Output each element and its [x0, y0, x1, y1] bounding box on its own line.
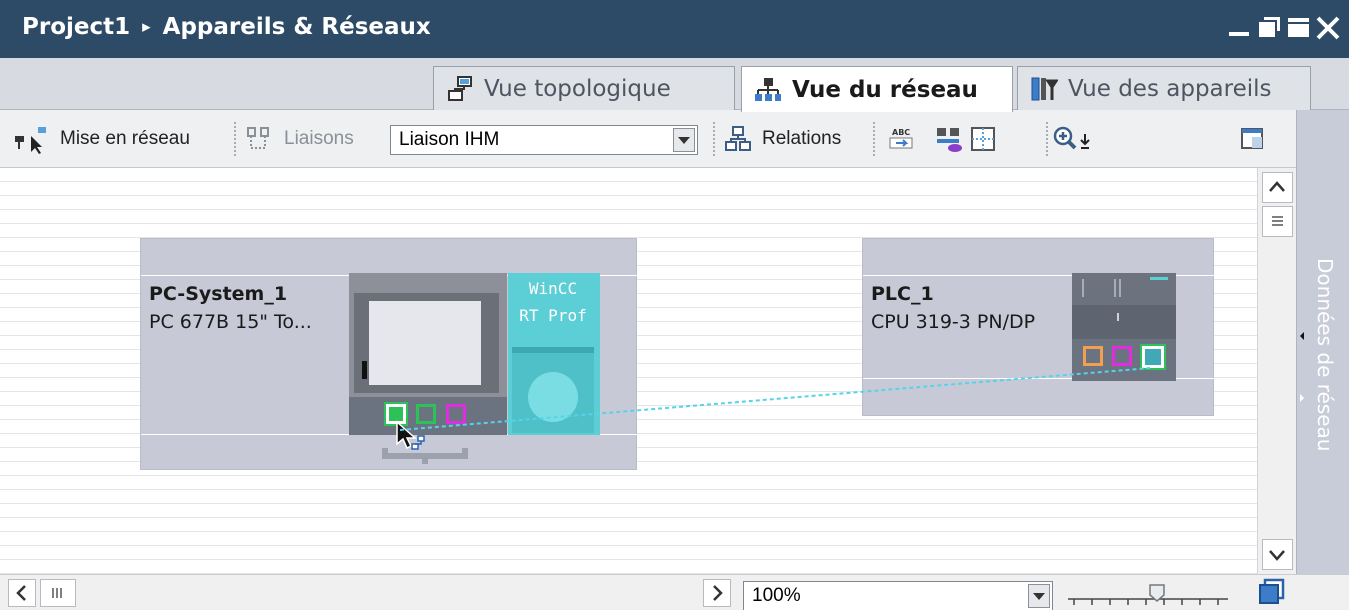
topology-icon — [448, 75, 472, 101]
connections-button[interactable]: Liaisons — [246, 110, 354, 168]
zoom-button[interactable] — [1052, 110, 1100, 168]
minimize-icon[interactable] — [1225, 13, 1255, 43]
side-panel-label[interactable]: Données de réseau — [1313, 258, 1337, 451]
network-data-panel[interactable]: Données de réseau — [1296, 110, 1349, 574]
scroll-thumb[interactable] — [1262, 206, 1293, 237]
network-icon — [755, 77, 781, 101]
overview-navigation-icon[interactable] — [1257, 577, 1287, 607]
devices-icon — [1031, 77, 1058, 100]
zoom-value: 100% — [752, 585, 801, 606]
restore-icon[interactable] — [1255, 13, 1285, 43]
dropdown-arrow-icon[interactable] — [673, 128, 695, 152]
dropdown-arrow-icon[interactable] — [1028, 584, 1050, 608]
tab-label: Vue des appareils — [1068, 75, 1272, 102]
panel-layout-button[interactable] — [1238, 110, 1268, 168]
relations-icon — [725, 126, 751, 151]
network-canvas[interactable]: PC-System_1 PC 677B 15" To... WinCC RT P… — [0, 168, 1257, 574]
view-tabs: Vue topologique Vue du réseau Vue des ap… — [0, 58, 1349, 112]
connection-type-select[interactable]: Liaison IHM — [390, 125, 698, 155]
toolbar-separator — [1046, 122, 1048, 156]
network-toolbar: Mise en réseau Liaisons Liaison IHM Rela… — [0, 110, 1296, 168]
collapse-arrow-icon[interactable] — [1297, 328, 1307, 342]
connection-type-value: Liaison IHM — [399, 129, 500, 150]
zoom-in-icon — [1053, 126, 1090, 150]
scroll-right-button[interactable] — [703, 579, 731, 607]
window-title: Project1 ▸ Appareils & Réseaux — [22, 14, 431, 40]
network-connect-icon — [15, 127, 46, 154]
relations-label: Relations — [762, 128, 842, 149]
show-labels-button[interactable]: ABC — [886, 110, 916, 168]
connections-label: Liaisons — [284, 128, 354, 149]
connections-icon — [247, 127, 269, 149]
grid-button[interactable] — [968, 110, 998, 168]
scroll-left-button[interactable] — [8, 579, 36, 607]
highlight-device-icon — [937, 128, 962, 152]
vertical-scrollbar[interactable] — [1257, 168, 1296, 574]
horizontal-scroll-thumb[interactable] — [40, 579, 76, 607]
hmi-connection-line — [399, 367, 1151, 431]
tab-topology-view[interactable]: Vue topologique — [433, 66, 735, 110]
toolbar-separator — [713, 122, 715, 156]
breadcrumb-arrow-icon: ▸ — [142, 17, 151, 37]
tab-network-view[interactable]: Vue du réseau — [741, 66, 1013, 112]
maximize-icon[interactable] — [1284, 13, 1314, 43]
panel-layout-icon — [1241, 128, 1263, 149]
project-name: Project1 — [22, 14, 131, 40]
svg-text:ABC: ABC — [892, 128, 910, 137]
close-icon[interactable] — [1313, 13, 1343, 43]
toolbar-separator — [873, 122, 875, 156]
zoom-select[interactable]: 100% — [743, 581, 1053, 610]
tab-device-view[interactable]: Vue des appareils — [1017, 66, 1311, 110]
toolbar-separator — [234, 122, 236, 156]
editor-title: Appareils & Réseaux — [162, 14, 431, 40]
highlight-button[interactable] — [934, 110, 964, 168]
grid-icon — [971, 127, 995, 151]
scroll-down-button[interactable] — [1262, 539, 1293, 570]
status-bar: 100% — [0, 574, 1349, 610]
network-button[interactable]: Mise en réseau — [12, 110, 190, 168]
network-label: Mise en réseau — [60, 128, 190, 149]
scroll-up-button[interactable] — [1262, 172, 1293, 203]
zoom-slider[interactable] — [1062, 579, 1232, 609]
expand-arrow-icon[interactable] — [1297, 390, 1307, 404]
tab-label: Vue topologique — [484, 75, 671, 102]
title-bar: Project1 ▸ Appareils & Réseaux — [0, 0, 1349, 58]
relations-button[interactable]: Relations — [724, 110, 841, 168]
tab-label: Vue du réseau — [792, 76, 978, 103]
abc-label-icon: ABC — [889, 128, 913, 149]
